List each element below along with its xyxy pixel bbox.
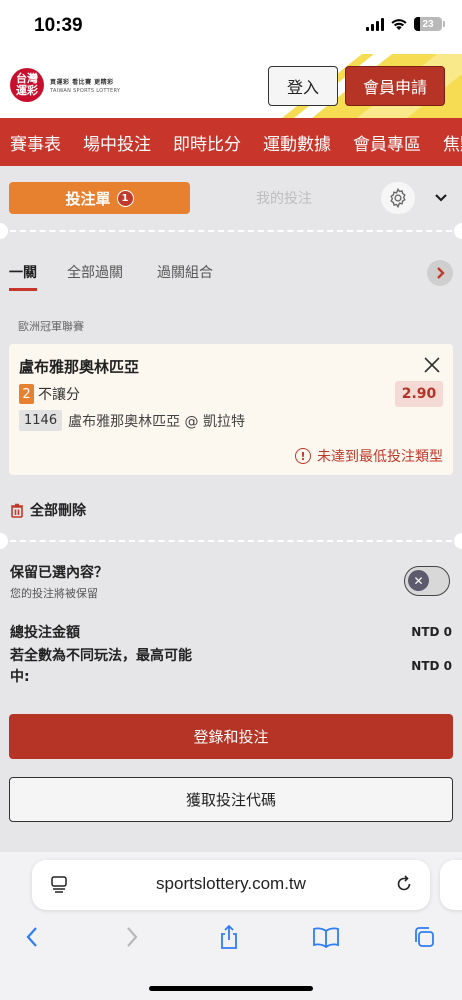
chevron-down-icon: [435, 194, 447, 202]
logo-tagline: 買運彩 看比賽 更精彩: [50, 78, 114, 86]
settings-button[interactable]: [381, 182, 415, 214]
gear-icon: [390, 187, 406, 209]
battery-icon: 23: [414, 17, 445, 31]
keep-selections: 保留已選內容？ 您的投注將被保留: [10, 562, 108, 601]
total-stake-value: NTD 0: [411, 625, 452, 639]
tab-betslip[interactable]: 投注單 1: [9, 182, 190, 214]
delete-all-label: 全部刪除: [30, 503, 86, 519]
scroll-tabs-button[interactable]: [427, 260, 453, 286]
status-bar: 10:39 23: [0, 0, 462, 54]
max-win-value: NTD 0: [411, 659, 452, 673]
chevron-right-icon: [437, 267, 445, 279]
bet-selection-card: 盧布雅那奧林匹亞 2 不讓分 2.90 1146 盧布雅那奧林匹亞 @ 凱拉特 …: [9, 344, 453, 475]
back-icon: [26, 927, 37, 947]
selection-number-badge: 2: [19, 384, 34, 404]
close-icon[interactable]: [423, 356, 441, 374]
login-and-bet-button[interactable]: 登錄和投注: [9, 714, 453, 759]
main-nav: 賽事表 場中投注 即時比分 運動數據 會員專區 焦點: [0, 118, 462, 166]
get-bet-code-button[interactable]: 獲取投注代碼: [9, 777, 453, 822]
logo-badge: 台灣 運彩: [10, 68, 44, 102]
tab-single[interactable]: 一關: [9, 262, 37, 291]
divider-notch-right: [454, 223, 462, 239]
nav-item-sports-data[interactable]: 運動數據: [253, 130, 331, 155]
toggle-off-icon: ✕: [408, 570, 429, 591]
warning-text: 未達到最低投注類型: [317, 449, 443, 465]
forward-icon: [127, 927, 138, 947]
divider: [0, 540, 462, 542]
logo-english: TAIWAN SPORTS LOTTERY: [50, 87, 121, 94]
match-code: 1146: [19, 410, 63, 431]
share-button[interactable]: [214, 922, 244, 952]
share-icon: [221, 924, 237, 949]
selection-odds: 2.90: [395, 381, 443, 407]
bet-type-tabs: 一關 全部過關 過關組合: [9, 260, 453, 298]
tab-parlay-combo[interactable]: 過關組合: [157, 262, 213, 282]
collapse-button[interactable]: [429, 182, 453, 214]
tab-my-bets[interactable]: 我的投注: [209, 182, 359, 214]
keep-selections-subtitle: 您的投注將被保留: [10, 587, 98, 600]
status-indicators: 23: [366, 17, 445, 31]
bookmarks-icon: [313, 927, 339, 948]
nav-item-live-scores[interactable]: 即時比分: [163, 130, 241, 155]
nav-item-member-area[interactable]: 會員專區: [343, 130, 421, 155]
tab-betslip-label: 投注單: [65, 189, 111, 208]
divider-notch-left: [0, 223, 8, 239]
address-bar[interactable]: sportslottery.com.tw: [32, 860, 430, 910]
league-name: 歐洲冠軍聯賽: [18, 320, 84, 333]
site-logo[interactable]: 台灣 運彩 買運彩 看比賽 更精彩 TAIWAN SPORTS LOTTERY: [10, 68, 120, 102]
betslip-panel: 投注單 1 我的投注 一關 全部過關 過關組合 歐洲冠軍聯賽 盧布雅那奧林匹亞 …: [0, 166, 462, 852]
url-text: sportslottery.com.tw: [156, 874, 306, 893]
bookmarks-button[interactable]: [311, 922, 341, 952]
total-stake-label: 總投注金額: [10, 625, 80, 641]
warning-icon: !: [295, 448, 311, 464]
tabs-icon: [415, 927, 434, 947]
signal-icon: [366, 17, 384, 31]
browser-toolbar: [0, 922, 462, 956]
keep-selections-toggle[interactable]: ✕: [404, 566, 450, 596]
back-button[interactable]: [17, 922, 47, 952]
login-button[interactable]: 登入: [268, 66, 338, 106]
nav-item-live-betting[interactable]: 場中投注: [73, 130, 151, 155]
selection-team: 盧布雅那奧林匹亞: [19, 358, 140, 376]
tab-all-parlay[interactable]: 全部過關: [67, 262, 123, 282]
betslip-count-badge: 1: [116, 189, 134, 207]
max-win-label-line2: 中:: [10, 669, 30, 685]
home-indicator: [149, 986, 313, 991]
register-button[interactable]: 會員申請: [345, 66, 445, 106]
forward-button[interactable]: [117, 922, 147, 952]
nav-item-schedule[interactable]: 賽事表: [0, 130, 61, 155]
site-header: 台灣 運彩 買運彩 看比賽 更精彩 TAIWAN SPORTS LOTTERY 登…: [0, 54, 462, 118]
keep-selections-title: 保留已選內容？: [10, 565, 108, 581]
tabs-button[interactable]: [409, 922, 439, 952]
trash-icon: [11, 503, 23, 518]
delete-all-button[interactable]: 全部刪除: [10, 500, 86, 520]
divider-notch-right: [454, 533, 462, 549]
nav-item-focus[interactable]: 焦點: [433, 130, 462, 155]
next-tab-preview[interactable]: [440, 860, 462, 910]
browser-chrome: sportslottery.com.tw: [0, 852, 462, 1000]
divider: [0, 230, 462, 232]
wifi-icon: [391, 19, 407, 30]
divider-notch-left: [0, 533, 8, 549]
max-win-label-line1: 若全數為不同玩法，最高可能: [10, 648, 192, 664]
reload-icon[interactable]: [394, 874, 414, 894]
selection-bet-type: 不讓分: [38, 387, 80, 403]
selection-warning: ! 未達到最低投注類型: [295, 446, 443, 466]
battery-level: 23: [422, 18, 434, 30]
max-win-label: 若全數為不同玩法，最高可能 中:: [10, 646, 192, 688]
status-time: 10:39: [34, 15, 83, 36]
match-name: 盧布雅那奧林匹亞 @ 凱拉特: [68, 413, 245, 430]
